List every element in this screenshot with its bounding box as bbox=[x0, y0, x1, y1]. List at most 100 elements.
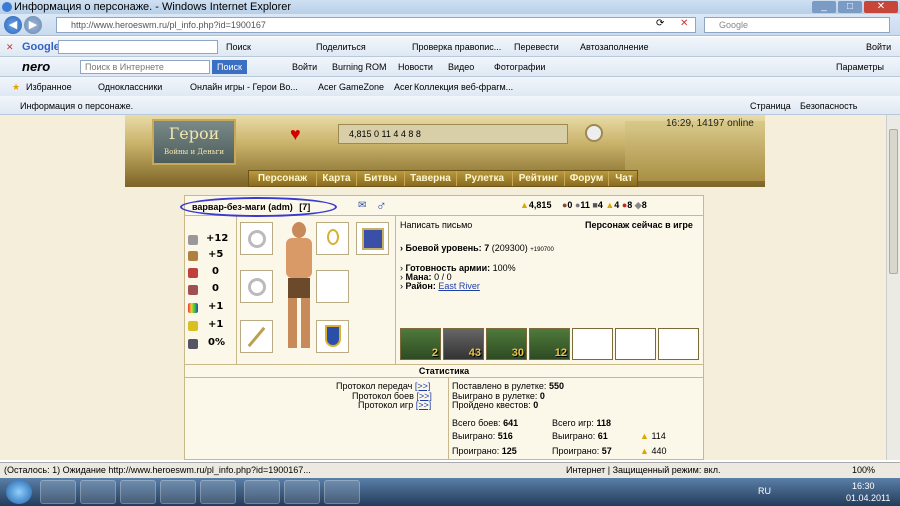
forward-button[interactable]: ▶ bbox=[24, 16, 42, 34]
army-slot-4[interactable]: 12 bbox=[529, 328, 570, 360]
slot-ring-right[interactable] bbox=[240, 270, 273, 303]
protocol-transfers-link[interactable]: [>>] bbox=[415, 381, 431, 391]
menu-forum[interactable]: Форум bbox=[565, 171, 609, 186]
clock-icon[interactable] bbox=[585, 124, 603, 142]
google-search-button[interactable]: Поиск bbox=[226, 37, 251, 57]
search-input[interactable]: Google bbox=[704, 17, 890, 33]
slot-book[interactable] bbox=[356, 222, 389, 255]
taskbar-app5[interactable] bbox=[200, 480, 236, 504]
slot-weapon[interactable] bbox=[240, 320, 273, 353]
taskbar-app7[interactable] bbox=[284, 480, 320, 504]
maximize-button[interactable]: □ bbox=[838, 1, 862, 13]
total-games: Всего игр: 118 bbox=[552, 418, 611, 428]
army-slot-2[interactable]: 43 bbox=[443, 328, 484, 360]
total-battles: Всего боев: 641 bbox=[452, 418, 519, 428]
taskbar-media[interactable] bbox=[80, 480, 116, 504]
google-label: Google bbox=[22, 41, 60, 53]
nero-logo: nero bbox=[22, 59, 51, 74]
photos-button[interactable]: Фотографии bbox=[494, 57, 545, 77]
game-logo[interactable]: Герои Войны и Деньги bbox=[152, 119, 236, 165]
share-button[interactable]: Поделиться bbox=[316, 37, 366, 57]
defense-icon bbox=[188, 251, 198, 261]
tab-title[interactable]: Информация о персонаже. bbox=[20, 96, 133, 116]
clock-time: 16:30 bbox=[852, 481, 875, 491]
close-toolbar-icon[interactable]: ✕ bbox=[6, 37, 14, 57]
spellcheck-button[interactable]: Проверка правопис... bbox=[412, 37, 501, 57]
menu-roulette[interactable]: Рулетка bbox=[457, 171, 513, 186]
slot-armor[interactable] bbox=[316, 270, 349, 303]
fav-heroes[interactable]: Онлайн игры - Герои Во... bbox=[190, 77, 298, 97]
taskbar-explorer[interactable] bbox=[120, 480, 156, 504]
heart-icon[interactable]: ♥ bbox=[290, 124, 301, 145]
star-icon: ★ bbox=[12, 82, 21, 92]
army-slot-3[interactable]: 30 bbox=[486, 328, 527, 360]
army-slot-1[interactable]: 2 bbox=[400, 328, 441, 360]
security-zone: Интернет | Защищенный режим: вкл. bbox=[566, 465, 721, 475]
news-button[interactable]: Новости bbox=[398, 57, 433, 77]
taskbar-app8[interactable] bbox=[324, 480, 360, 504]
stat-spellpower: 0 bbox=[212, 266, 219, 277]
menu-tavern[interactable]: Таверна bbox=[405, 171, 457, 186]
male-icon: ♂ bbox=[376, 197, 387, 213]
mail-icon[interactable]: ✉ bbox=[358, 200, 366, 211]
refresh-icon[interactable]: ⟳ bbox=[656, 18, 664, 29]
vertical-scrollbar[interactable] bbox=[886, 115, 900, 460]
zoom-level[interactable]: 100% bbox=[852, 463, 875, 478]
menu-chat[interactable]: Чат bbox=[609, 171, 639, 186]
attack-icon bbox=[188, 235, 198, 245]
army-slot-6[interactable] bbox=[615, 328, 656, 360]
protocol-games-link[interactable]: [>>] bbox=[416, 400, 432, 410]
roulette-bet: Поставлено в рулетке: 550 bbox=[452, 381, 564, 391]
protocol-transfers: Протокол передач [>>] bbox=[336, 381, 431, 391]
address-bar[interactable]: http://www.heroeswm.ru/pl_info.php?id=19… bbox=[56, 17, 696, 33]
slot-ring-left[interactable] bbox=[240, 222, 273, 255]
nero-toolbar: nero Поиск в Интернете Поиск Войти Burni… bbox=[0, 57, 900, 77]
fav-webslice[interactable]: Коллекция веб-фрагм... bbox=[414, 77, 513, 97]
stop-icon[interactable]: ✕ bbox=[680, 18, 688, 29]
combat-level: › Боевой уровень: 7 (209300) +190700 bbox=[400, 243, 554, 253]
taskbar-skype[interactable] bbox=[244, 480, 280, 504]
nero-search-input[interactable]: Поиск в Интернете bbox=[80, 60, 210, 74]
language-indicator[interactable]: RU bbox=[758, 486, 771, 496]
menu-battles[interactable]: Битвы bbox=[357, 171, 405, 186]
stat-morale: +1 bbox=[208, 319, 224, 330]
translate-button[interactable]: Перевести bbox=[514, 37, 559, 57]
video-button[interactable]: Видео bbox=[448, 57, 474, 77]
stat-luck: +1 bbox=[208, 301, 224, 312]
fav-acer[interactable]: Acer bbox=[394, 77, 413, 97]
taskbar: RU 16:30 01.04.2011 bbox=[0, 478, 900, 506]
army-slot-5[interactable] bbox=[572, 328, 613, 360]
taskbar-app4[interactable] bbox=[160, 480, 196, 504]
player-resources: ▲4,815 ●0 ●11 ■4 ▲4 ●8 ◆8 bbox=[520, 200, 647, 210]
params-button[interactable]: Параметры bbox=[836, 57, 884, 77]
menu-map[interactable]: Карта bbox=[317, 171, 357, 186]
statistics-title: Статистика bbox=[418, 366, 470, 376]
menu-rating[interactable]: Рейтинг bbox=[513, 171, 565, 186]
army-slot-7[interactable] bbox=[658, 328, 699, 360]
slot-amulet[interactable] bbox=[316, 222, 349, 255]
autofill-button[interactable]: Автозаполнение bbox=[580, 37, 649, 57]
back-button[interactable]: ◀ bbox=[4, 16, 22, 34]
slot-shield[interactable] bbox=[316, 320, 349, 353]
district-link[interactable]: East River bbox=[438, 281, 480, 291]
minimize-button[interactable]: _ bbox=[812, 1, 836, 13]
google-search-input[interactable] bbox=[58, 40, 218, 54]
start-button[interactable] bbox=[6, 480, 32, 504]
menu-character[interactable]: Персонаж bbox=[249, 171, 317, 186]
stat-knowledge: 0 bbox=[212, 283, 219, 294]
taskbar-ie[interactable] bbox=[40, 480, 76, 504]
nero-login-button[interactable]: Войти bbox=[292, 57, 317, 77]
burning-rom-button[interactable]: Burning ROM bbox=[332, 57, 387, 77]
page-menu[interactable]: Страница bbox=[750, 96, 791, 116]
nero-search-button[interactable]: Поиск bbox=[212, 60, 247, 74]
initiative-icon bbox=[188, 339, 198, 349]
security-menu[interactable]: Безопасность bbox=[800, 96, 857, 116]
gold-icon: ▲ bbox=[520, 200, 529, 210]
favorites-bar: ★ Избранное Одноклассники Онлайн игры - … bbox=[0, 77, 900, 97]
close-button[interactable]: ✕ bbox=[864, 1, 898, 13]
google-login-button[interactable]: Войти bbox=[866, 37, 891, 57]
fav-odnoklassniki[interactable]: Одноклассники bbox=[98, 77, 162, 97]
fav-acer-gamezone[interactable]: Acer GameZone bbox=[318, 77, 384, 97]
write-letter-link[interactable]: Написать письмо bbox=[400, 220, 472, 230]
favorites-button[interactable]: Избранное bbox=[26, 77, 72, 97]
